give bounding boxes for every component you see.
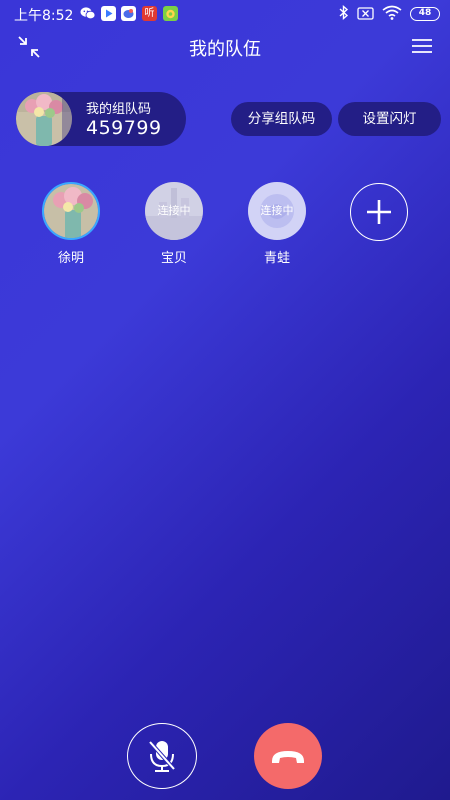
top-bar: 我的队伍: [0, 28, 450, 64]
wechat-icon: [80, 6, 96, 21]
mic-off-icon: [148, 740, 176, 772]
menu-icon: [412, 39, 432, 53]
member-item[interactable]: 连接中 宝贝: [143, 182, 205, 266]
member-avatar: 连接中: [145, 182, 203, 240]
set-flash-button[interactable]: 设置闪灯: [338, 102, 441, 136]
add-member-button[interactable]: [350, 183, 408, 241]
listen-app-icon: 听: [142, 6, 157, 21]
wifi-icon: [382, 5, 402, 24]
plus-icon: [367, 200, 391, 224]
team-code-value: 459799: [86, 117, 162, 139]
phone-hangup-icon: [272, 751, 304, 763]
member-name: 宝贝: [160, 251, 187, 266]
team-avatar: [16, 92, 72, 146]
game-app-icon: [163, 6, 178, 21]
status-time: 上午8:52: [14, 8, 74, 24]
team-code-label: 我的组队码: [86, 102, 152, 117]
member-avatar: [42, 182, 100, 240]
member-name: 徐明: [57, 251, 84, 266]
member-avatar: 连接中: [248, 182, 306, 240]
no-sim-icon: [357, 5, 374, 24]
member-name: 青蛙: [263, 251, 290, 266]
member-status: 连接中: [157, 204, 191, 217]
share-code-button[interactable]: 分享组队码: [231, 102, 332, 136]
member-item[interactable]: 徐明: [40, 182, 102, 266]
chat-app-icon: [121, 6, 136, 21]
video-app-icon: [101, 6, 116, 21]
mute-mic-button[interactable]: [127, 723, 197, 789]
menu-button[interactable]: [410, 36, 434, 56]
hang-up-button[interactable]: [254, 723, 322, 789]
status-bar: 上午8:52 听 48: [0, 0, 450, 28]
page-title: 我的队伍: [189, 39, 261, 60]
bluetooth-icon: [339, 4, 349, 24]
member-item[interactable]: 连接中 青蛙: [246, 182, 308, 266]
member-status: 连接中: [260, 204, 294, 217]
battery-icon: 48: [410, 7, 440, 21]
team-code-card: 我的组队码 459799: [16, 92, 186, 146]
